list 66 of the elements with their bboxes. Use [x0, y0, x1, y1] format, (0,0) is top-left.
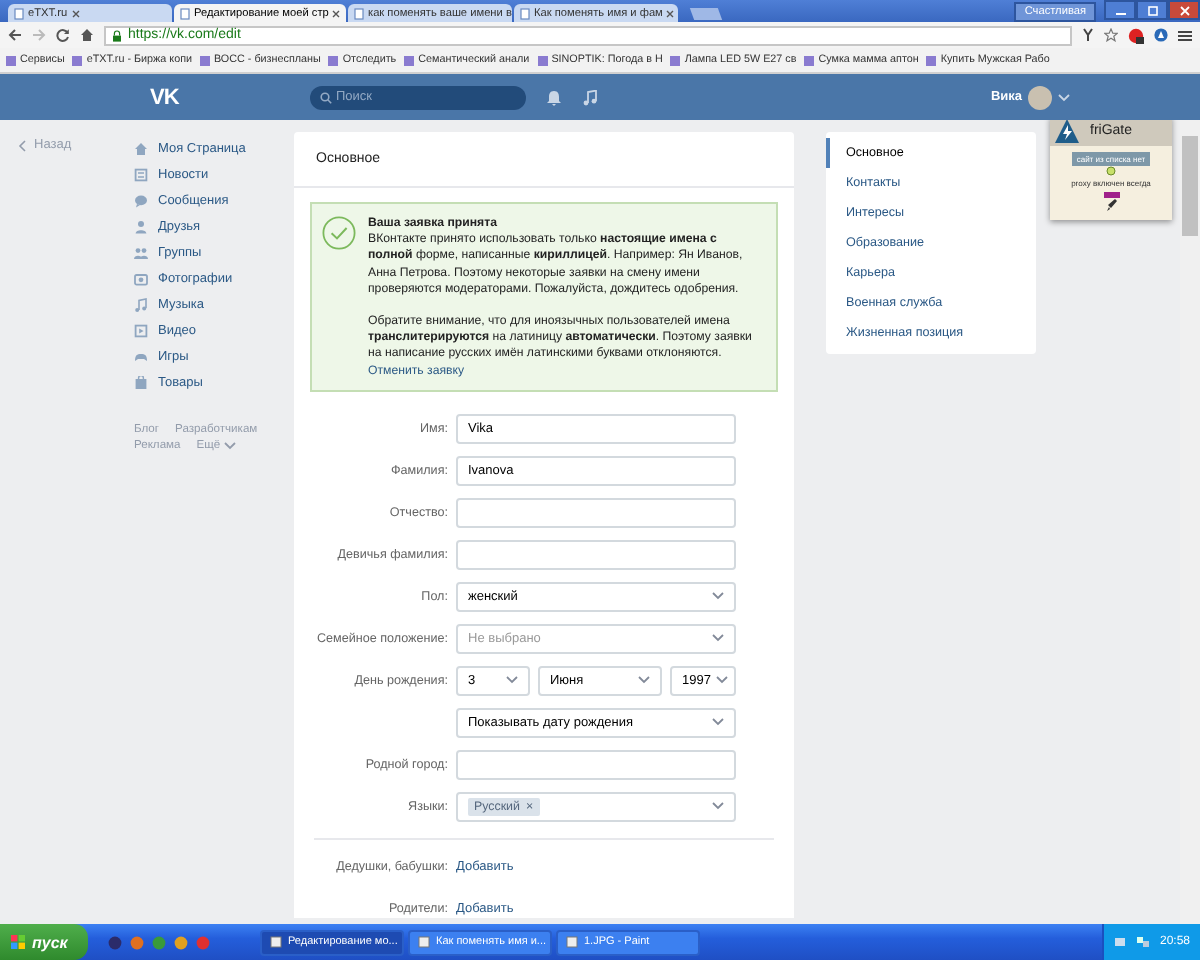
forward-arrow-icon[interactable]: [32, 28, 46, 42]
close-icon[interactable]: [332, 9, 341, 17]
lightning-logo-icon: [1054, 120, 1080, 144]
star-icon[interactable]: [1104, 28, 1118, 42]
person-icon: [134, 220, 148, 234]
newspaper-icon: [134, 168, 148, 182]
close-icon: [1179, 5, 1189, 15]
video-icon: [134, 324, 148, 338]
caret-icon: [1058, 93, 1070, 101]
site-icon: [328, 55, 339, 65]
site-icon: [72, 55, 83, 65]
chevron-left-icon: [18, 139, 26, 151]
extension-badge-icon[interactable]: [1128, 27, 1144, 43]
close-icon[interactable]: [71, 9, 80, 17]
network-icon[interactable]: [1135, 936, 1150, 948]
site-icon: [926, 55, 937, 65]
windows-logo-icon: [10, 934, 26, 950]
site-icon: [670, 55, 681, 65]
caret-icon: [712, 718, 724, 727]
site-icon: [6, 55, 16, 65]
site-icon: [804, 55, 815, 65]
reload-icon[interactable]: [56, 28, 70, 42]
window-icon: [270, 936, 282, 948]
maximize-button[interactable]: [1136, 0, 1168, 20]
shopping-bag-icon: [134, 376, 148, 390]
music-note-icon[interactable]: [582, 89, 598, 105]
close-button[interactable]: [1168, 0, 1200, 20]
input-field[interactable]: [456, 539, 736, 570]
vk-logo[interactable]: VK: [130, 85, 290, 109]
home-icon[interactable]: [80, 28, 94, 42]
site-icon: [200, 55, 211, 65]
window-icon: [418, 936, 430, 948]
site-icon: [404, 55, 415, 65]
site-icon: [537, 55, 548, 65]
caret-icon: [712, 634, 724, 643]
caret-icon: [712, 592, 724, 601]
bell-icon[interactable]: [546, 89, 562, 105]
people-icon: [134, 246, 148, 260]
tray-icon[interactable]: [1113, 936, 1126, 948]
extension-icon[interactable]: [1082, 28, 1094, 42]
chat-bubble-icon: [134, 194, 148, 208]
caret-icon: [712, 802, 724, 811]
menu-icon[interactable]: [1178, 29, 1192, 41]
maximize-icon: [1147, 5, 1157, 15]
caret-icon: [506, 676, 518, 685]
avatar[interactable]: [1028, 85, 1052, 109]
search-icon: [320, 91, 332, 103]
caret-icon: [224, 442, 237, 450]
close-icon[interactable]: [666, 9, 675, 17]
camera-icon: [134, 272, 148, 286]
start-button[interactable]: пуск: [0, 924, 88, 960]
minimize-button[interactable]: [1104, 0, 1136, 20]
extension-icon[interactable]: [1154, 28, 1168, 42]
window-icon: [566, 936, 578, 948]
globe-icon: [1106, 166, 1116, 176]
caret-icon: [638, 676, 650, 685]
input-field[interactable]: [456, 497, 736, 528]
lock-icon: [112, 29, 122, 41]
scrollbar-thumb[interactable]: [1182, 136, 1198, 236]
back-arrow-icon[interactable]: [8, 28, 22, 42]
new-tab-button[interactable]: [689, 8, 723, 20]
music-note-icon: [134, 298, 148, 312]
home-icon: [134, 142, 148, 156]
input-field[interactable]: [456, 749, 736, 780]
caret-icon: [716, 676, 729, 685]
checkmark-circle-icon: [322, 216, 356, 250]
